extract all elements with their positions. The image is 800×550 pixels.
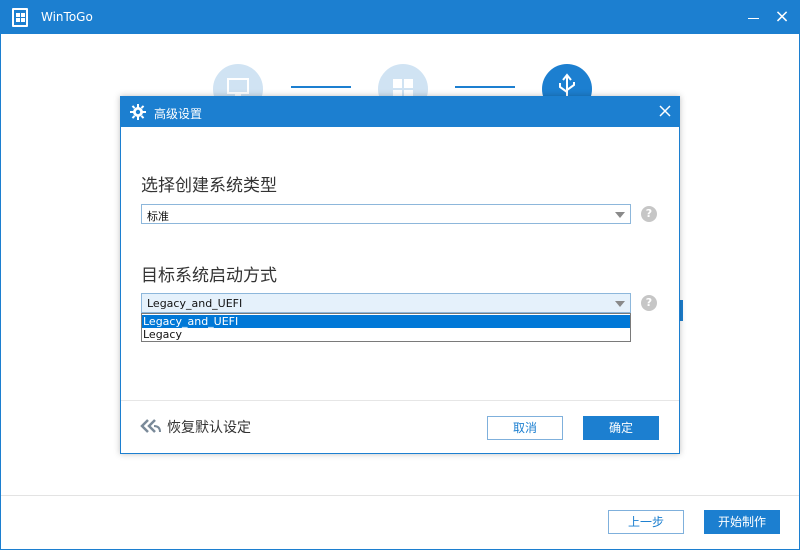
chevron-down-icon xyxy=(615,212,625,218)
boot-mode-dropdown-list: Legacy_and_UEFI Legacy xyxy=(141,313,631,342)
close-icon xyxy=(659,105,671,117)
restore-defaults-link[interactable]: 恢复默认设定 xyxy=(167,417,251,437)
minimize-button[interactable] xyxy=(741,5,767,29)
start-create-button[interactable]: 开始制作 xyxy=(704,510,780,534)
dropdown-option[interactable]: Legacy xyxy=(142,328,630,341)
close-button[interactable]: × xyxy=(769,5,795,29)
footer-divider xyxy=(1,495,799,496)
background-scroll-marker xyxy=(680,300,683,321)
dialog-close-button[interactable] xyxy=(655,101,675,121)
system-type-value: 标准 xyxy=(147,210,169,223)
system-type-label: 选择创建系统类型 xyxy=(141,176,277,196)
previous-step-button[interactable]: 上一步 xyxy=(608,510,684,534)
ok-button[interactable]: 确定 xyxy=(583,416,659,440)
dropdown-option[interactable]: Legacy_and_UEFI xyxy=(142,315,630,328)
dialog-footer-divider xyxy=(121,400,679,401)
chevron-down-icon xyxy=(615,301,625,307)
restore-double-arrow-icon[interactable] xyxy=(140,419,162,433)
help-icon[interactable]: ? xyxy=(641,295,657,311)
system-type-select[interactable]: 标准 xyxy=(141,204,631,224)
gear-icon xyxy=(130,104,146,120)
step-indicator xyxy=(1,34,799,114)
dialog-title: 高级设置 xyxy=(154,107,203,121)
app-logo-icon xyxy=(12,8,28,27)
help-icon[interactable]: ? xyxy=(641,206,657,222)
advanced-settings-dialog: 高级设置 选择创建系统类型 标准 ? 目标系统启动方式 Legacy_and_U… xyxy=(120,96,680,454)
step-connector-2 xyxy=(455,86,515,88)
boot-mode-label: 目标系统启动方式 xyxy=(141,266,277,286)
title-bar: WinToGo × xyxy=(1,1,799,34)
boot-mode-value: Legacy_and_UEFI xyxy=(147,297,243,310)
step-connector-1 xyxy=(291,86,351,88)
dialog-title-bar: 高级设置 xyxy=(121,97,679,127)
cancel-button[interactable]: 取消 xyxy=(487,416,563,440)
window-title: WinToGo xyxy=(41,10,93,24)
boot-mode-select[interactable]: Legacy_and_UEFI xyxy=(141,293,631,313)
